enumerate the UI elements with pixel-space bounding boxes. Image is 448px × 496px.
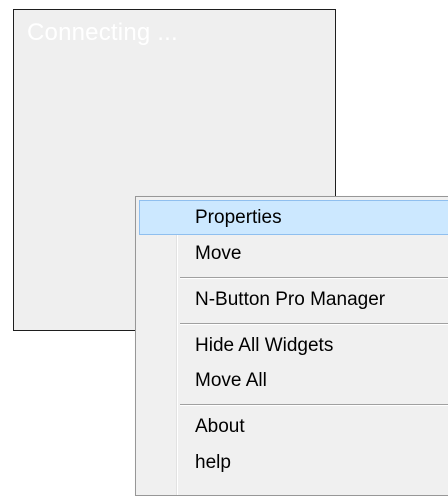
- menu-item-move-all[interactable]: Move All: [139, 363, 448, 398]
- context-menu: Properties Move N-Button Pro Manager Hid…: [135, 196, 448, 496]
- menu-item-hide-all-widgets[interactable]: Hide All Widgets: [139, 328, 448, 363]
- menu-separator: [180, 323, 448, 325]
- menu-item-move[interactable]: Move: [139, 236, 448, 271]
- menu-item-about[interactable]: About: [139, 409, 448, 444]
- menu-separator: [180, 277, 448, 279]
- menu-item-nbutton-pro-manager[interactable]: N-Button Pro Manager: [139, 282, 448, 317]
- connection-status-text: Connecting ...: [27, 19, 178, 46]
- menu-item-help[interactable]: help: [139, 445, 448, 480]
- menu-item-properties[interactable]: Properties: [139, 200, 448, 235]
- menu-separator: [180, 404, 448, 406]
